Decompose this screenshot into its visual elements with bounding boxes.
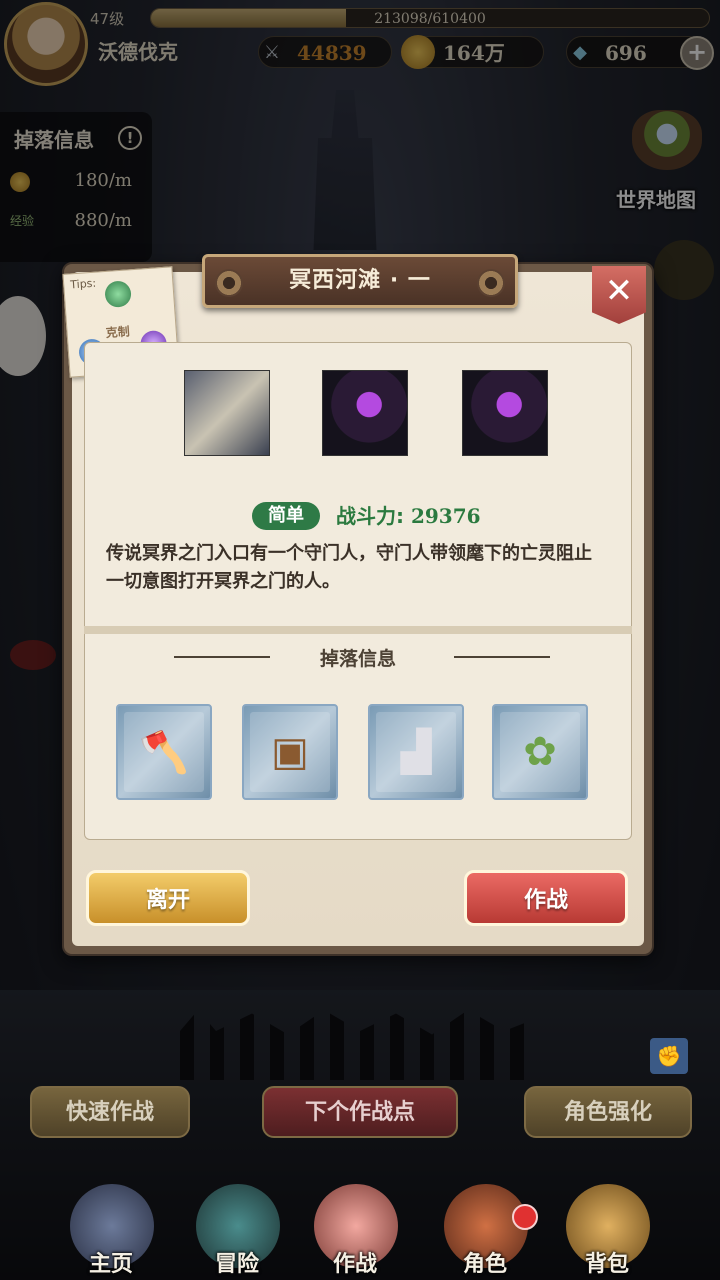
quick-battle-button[interactable]: 快速作战 <box>30 1086 190 1138</box>
ornament-line-right <box>454 656 550 658</box>
drop-item-boots[interactable]: ▟ <box>368 704 464 800</box>
drop-item-axe[interactable]: 🪓 <box>116 704 212 800</box>
stage-description: 传说冥界之门入口有一个守门人，守门人带领麾下的亡灵阻止一切意图打开冥界之门的人。 <box>106 543 592 592</box>
stage-dialog: 冥西河滩 · 一 ✕ Tips: 克制 简单 战斗力: 29376 传说冥界之门… <box>62 254 654 956</box>
nav-battle[interactable]: 作战 <box>300 1170 410 1280</box>
difficulty-badge: 简单 <box>252 502 320 530</box>
tips-label: Tips: <box>69 276 97 292</box>
bottom-nav: 主页 冒险 作战 角色 背包 <box>0 1170 720 1280</box>
power-label: 战斗力: <box>336 504 404 528</box>
stage-title: 冥西河滩 · 一 <box>289 268 431 293</box>
drop-item-wreath[interactable]: ✿ <box>492 704 588 800</box>
fist-icon[interactable]: ✊ <box>650 1038 688 1074</box>
power-value: 29376 <box>410 504 481 528</box>
next-battle-point-button[interactable]: 下个作战点 <box>262 1086 458 1138</box>
dialog-title-plate: 冥西河滩 · 一 <box>202 254 518 308</box>
nav-adventure[interactable]: 冒险 <box>182 1170 292 1280</box>
nav-character-label: 角色 <box>462 1252 507 1277</box>
skeleton-knight-icon[interactable] <box>184 370 270 456</box>
fight-button[interactable]: 作战 <box>464 870 628 926</box>
nav-home[interactable]: 主页 <box>56 1170 166 1280</box>
armor-icon: ▣ <box>250 712 330 792</box>
section-divider <box>84 626 632 634</box>
boots-icon: ▟ <box>376 712 456 792</box>
leave-button[interactable]: 离开 <box>86 870 250 926</box>
nav-battle-label: 作战 <box>332 1252 377 1277</box>
nature-element-icon <box>104 280 132 309</box>
nav-bag[interactable]: 背包 <box>552 1170 662 1280</box>
flower-wreath-icon: ✿ <box>500 712 580 792</box>
nav-home-label: 主页 <box>88 1252 133 1277</box>
character-enhance-button[interactable]: 角色强化 <box>524 1086 692 1138</box>
enemy-power: 战斗力: 29376 <box>336 502 481 530</box>
nav-adventure-label: 冒险 <box>214 1252 259 1277</box>
hooded-wraith-icon[interactable] <box>322 370 408 456</box>
drop-section-title: 掉落信息 <box>319 648 396 670</box>
nav-bag-label: 背包 <box>584 1252 629 1277</box>
close-button[interactable]: ✕ <box>592 266 646 324</box>
notification-dot <box>512 1204 538 1230</box>
counter-label: 克制 <box>105 324 131 341</box>
drop-item-armor[interactable]: ▣ <box>242 704 338 800</box>
axe-icon: 🪓 <box>124 712 204 792</box>
hooded-wraith-icon[interactable] <box>462 370 548 456</box>
